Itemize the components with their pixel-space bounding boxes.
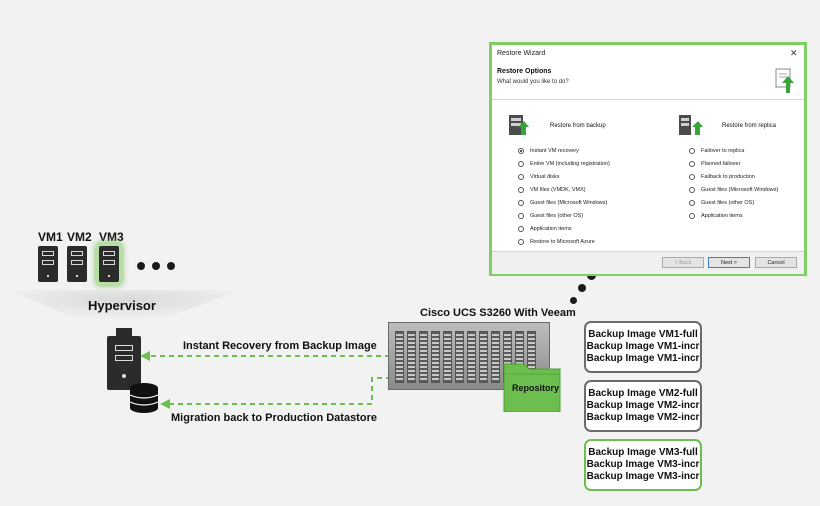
wizard-title: Restore Wizard xyxy=(497,50,546,57)
option-guest-files-windows[interactable]: Guest files (Microsoft Windows) xyxy=(518,196,610,209)
option-label: Guest files (Microsoft Windows) xyxy=(530,199,608,206)
option-failback[interactable]: Failback to production xyxy=(689,170,778,183)
option-label: Virtual disks xyxy=(530,173,560,180)
radio-icon[interactable] xyxy=(518,238,524,245)
close-icon[interactable]: ✕ xyxy=(790,48,798,59)
option-label: Planned failover xyxy=(701,160,741,167)
option-application-items[interactable]: Application items xyxy=(518,222,610,235)
radio-icon[interactable] xyxy=(689,173,695,180)
radio-icon[interactable] xyxy=(518,173,524,180)
option-replica-guest-other[interactable]: Guest files (other OS) xyxy=(689,196,778,209)
radio-icon[interactable] xyxy=(518,212,524,219)
backup-line: Backup Image VM1-incr xyxy=(586,341,700,352)
backup-server-icon xyxy=(509,115,529,135)
restore-from-replica-title: Restore from replica xyxy=(722,123,777,129)
wizard-separator xyxy=(492,99,804,100)
next-button[interactable]: Next > xyxy=(708,257,750,268)
radio-icon[interactable] xyxy=(518,199,524,206)
option-label: Instant VM recovery xyxy=(530,147,579,154)
option-replica-application-items[interactable]: Application items xyxy=(689,209,778,222)
repository-label: Repository xyxy=(512,383,560,393)
backup-line: Backup Image VM2-full xyxy=(588,388,698,399)
cancel-button[interactable]: Cancel xyxy=(755,257,797,268)
wizard-heading: Restore Options xyxy=(497,68,552,75)
migration-label: Migration back to Production Datastore xyxy=(171,412,377,424)
option-instant-vm-recovery[interactable]: Instant VM recovery xyxy=(518,144,610,157)
back-button[interactable]: < Back xyxy=(662,257,704,268)
backup-box-vm3: Backup Image VM3-full Backup Image VM3-i… xyxy=(584,439,702,491)
wizard-footer: < Back Next > Cancel xyxy=(492,251,804,274)
backup-line: Backup Image VM1-incr xyxy=(586,353,700,364)
backup-line: Backup Image VM2-incr xyxy=(586,400,700,411)
backup-options-list: Instant VM recovery Entire VM (including… xyxy=(518,144,610,248)
option-failover[interactable]: Failover to replica xyxy=(689,144,778,157)
radio-icon[interactable] xyxy=(518,186,524,193)
option-planned-failover[interactable]: Planned failover xyxy=(689,157,778,170)
callout-dot-icon xyxy=(570,297,577,304)
backup-line: Backup Image VM1-full xyxy=(588,329,698,340)
restore-icon xyxy=(775,68,794,93)
option-restore-azure[interactable]: Restore to Microsoft Azure xyxy=(518,235,610,248)
option-label: Application items xyxy=(530,225,572,232)
restore-wizard-window: Restore Wizard ✕ Restore Options What wo… xyxy=(489,42,807,276)
option-guest-files-other[interactable]: Guest files (other OS) xyxy=(518,209,610,222)
option-label: Entire VM (including registration) xyxy=(530,160,610,167)
option-label: Guest files (other OS) xyxy=(530,212,584,219)
option-label: Failback to production xyxy=(701,173,755,180)
radio-icon[interactable] xyxy=(518,147,524,154)
option-label: Guest files (other OS) xyxy=(701,199,755,206)
option-label: Failover to replica xyxy=(701,147,745,154)
restore-from-backup-title: Restore from backup xyxy=(550,123,606,129)
radio-icon[interactable] xyxy=(518,160,524,167)
option-vm-files[interactable]: VM files (VMDK, VMX) xyxy=(518,183,610,196)
option-label: Restore to Microsoft Azure xyxy=(530,238,595,245)
backup-line: Backup Image VM2-incr xyxy=(586,412,700,423)
replica-options-list: Failover to replica Planned failover Fai… xyxy=(689,144,778,222)
backup-line: Backup Image VM3-incr xyxy=(586,471,700,482)
instant-recovery-label: Instant Recovery from Backup Image xyxy=(183,340,377,352)
option-label: Guest files (Microsoft Windows) xyxy=(701,186,779,193)
radio-icon[interactable] xyxy=(518,225,524,232)
option-virtual-disks[interactable]: Virtual disks xyxy=(518,170,610,183)
backup-box-vm1: Backup Image VM1-full Backup Image VM1-i… xyxy=(584,321,702,373)
wizard-subheading: What would you like to do? xyxy=(497,79,569,85)
backup-box-vm2: Backup Image VM2-full Backup Image VM2-i… xyxy=(584,380,702,432)
backup-line: Backup Image VM3-incr xyxy=(586,459,700,470)
option-label: VM files (VMDK, VMX) xyxy=(530,186,586,193)
option-label: Application items xyxy=(701,212,743,219)
option-replica-guest-windows[interactable]: Guest files (Microsoft Windows) xyxy=(689,183,778,196)
radio-icon[interactable] xyxy=(689,212,695,219)
option-entire-vm[interactable]: Entire VM (including registration) xyxy=(518,157,610,170)
appliance-title: Cisco UCS S3260 With Veeam xyxy=(420,307,576,319)
callout-dot-icon xyxy=(578,284,586,292)
radio-icon[interactable] xyxy=(689,186,695,193)
replica-server-icon xyxy=(679,115,703,135)
radio-icon[interactable] xyxy=(689,160,695,167)
backup-line: Backup Image VM3-full xyxy=(588,447,698,458)
radio-icon[interactable] xyxy=(689,199,695,206)
radio-icon[interactable] xyxy=(689,147,695,154)
